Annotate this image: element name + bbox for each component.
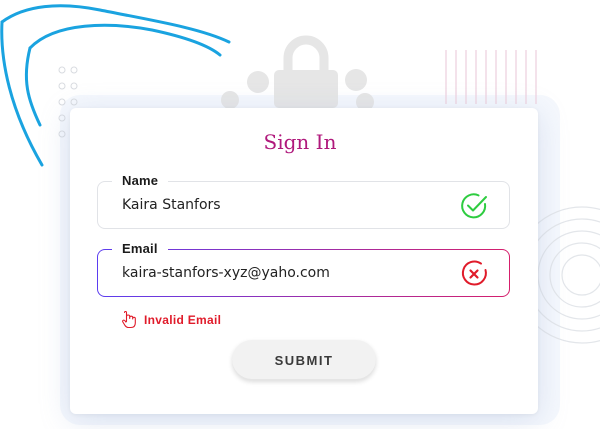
error-message: Invalid Email bbox=[122, 311, 221, 329]
email-field[interactable]: Email kaira-stanfors-xyz@yaho.com bbox=[97, 241, 510, 297]
error-text: Invalid Email bbox=[144, 313, 222, 327]
name-field[interactable]: Name Kaira Stanfors bbox=[97, 173, 510, 229]
check-circle-icon bbox=[461, 193, 487, 219]
name-label: Name bbox=[112, 173, 169, 189]
x-circle-icon bbox=[461, 260, 487, 286]
email-label: Email bbox=[112, 241, 168, 257]
email-value[interactable]: kaira-stanfors-xyz@yaho.com bbox=[122, 265, 330, 281]
submit-button[interactable]: SUBMIT bbox=[232, 340, 376, 380]
hand-pointer-icon bbox=[122, 311, 136, 329]
name-value[interactable]: Kaira Stanfors bbox=[122, 197, 221, 213]
page-title: Sign In bbox=[263, 130, 337, 154]
